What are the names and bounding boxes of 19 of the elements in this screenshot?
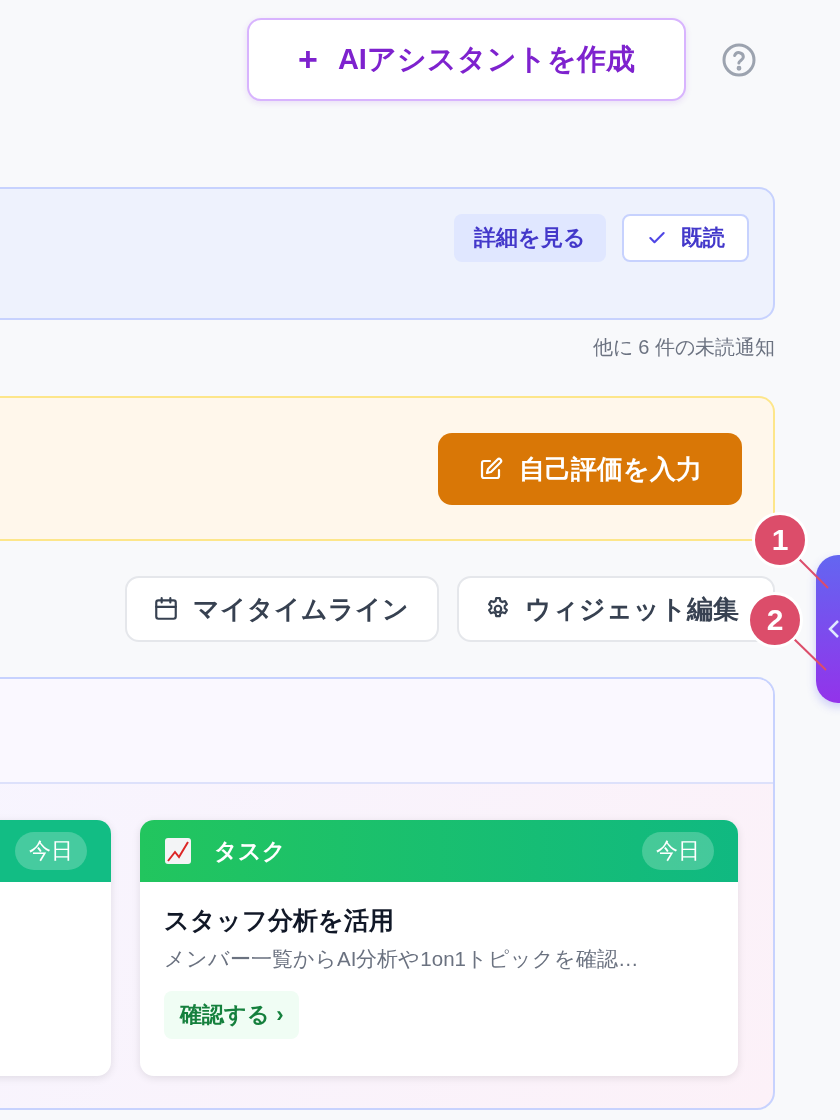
date-badge: 今日 — [15, 832, 87, 870]
card-category: タスク — [214, 836, 287, 866]
annotation-marker: 1 — [752, 512, 808, 568]
leader-line — [797, 557, 829, 589]
calendar-icon — [153, 596, 179, 622]
chart-icon — [164, 837, 192, 865]
annotation-marker: 2 — [747, 592, 803, 648]
create-assistant-button[interactable]: + AIアシスタントを作成 — [247, 18, 686, 101]
unread-count-text: 他に 6 件の未読通知 — [592, 335, 775, 360]
edit-icon — [478, 457, 503, 481]
leader-line — [792, 637, 827, 671]
details-button[interactable]: 詳細を見る — [454, 214, 606, 262]
mark-read-button[interactable]: 既読 — [622, 214, 749, 262]
date-badge: 今日 — [642, 832, 714, 870]
card-title: スタッフ分析を活用 — [164, 905, 394, 936]
confirm-button[interactable]: 確認する › — [164, 991, 300, 1039]
chevron-icon — [828, 619, 840, 639]
timeline-button[interactable]: マイタイムライン — [125, 576, 439, 642]
card-description: メンバー一覧からAI分析や1on1トピックを確認… — [164, 946, 639, 972]
